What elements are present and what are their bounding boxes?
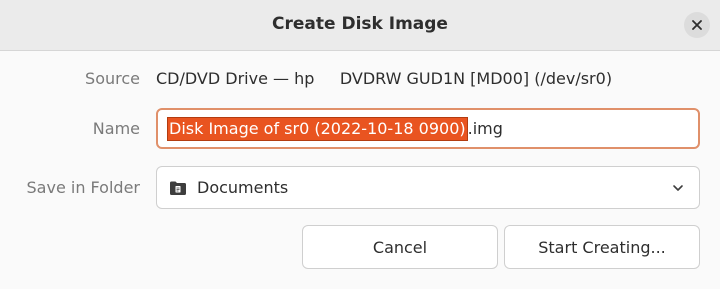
name-extension: .img	[467, 119, 503, 138]
start-creating-button[interactable]: Start Creating...	[504, 225, 700, 269]
folder-dropdown[interactable]: Documents	[156, 166, 700, 209]
folder-value: Documents	[197, 178, 289, 197]
name-label: Name	[92, 119, 140, 138]
save-in-folder-label: Save in Folder	[26, 178, 140, 197]
source-value: CD/DVD Drive — hp DVDRW GUD1N [MD00] (/d…	[156, 69, 613, 88]
source-label: Source	[85, 69, 140, 88]
close-button[interactable]	[684, 12, 710, 38]
cancel-button[interactable]: Cancel	[302, 225, 498, 269]
create-disk-image-dialog: Create Disk Image Source CD/DVD Drive — …	[0, 0, 720, 289]
name-selected-text: Disk Image of sr0 (2022-10-18 0900)	[167, 116, 468, 141]
dialog-title: Create Disk Image	[272, 14, 448, 34]
titlebar: Create Disk Image	[0, 0, 720, 51]
folder-documents-icon	[169, 180, 187, 196]
chevron-down-icon	[671, 181, 685, 195]
close-icon	[692, 20, 702, 30]
name-field[interactable]: Disk Image of sr0 (2022-10-18 0900) .img	[156, 108, 700, 149]
